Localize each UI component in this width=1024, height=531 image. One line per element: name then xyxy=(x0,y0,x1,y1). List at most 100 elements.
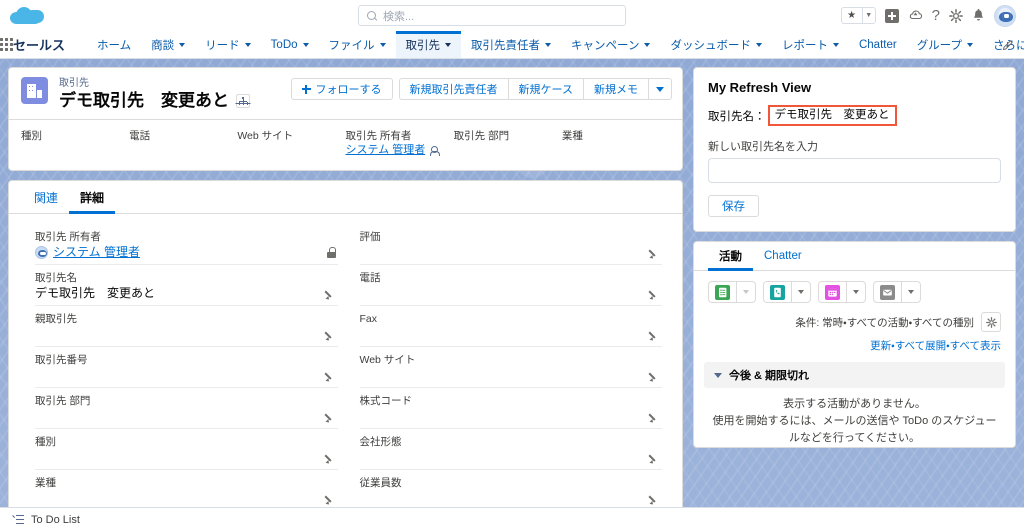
pencil-edit-icon[interactable] xyxy=(325,453,336,464)
chevron-down-icon[interactable] xyxy=(644,42,651,47)
search-input-placeholder[interactable]: 検索... xyxy=(383,8,414,24)
new-contact-button[interactable]: 新規取引先責任者 xyxy=(398,78,509,100)
pencil-edit-nav-icon[interactable] xyxy=(1002,31,1014,58)
pencil-edit-icon[interactable] xyxy=(649,371,660,382)
notifications-bell-icon[interactable] xyxy=(972,8,985,23)
new-task-dropdown[interactable] xyxy=(736,282,755,302)
nav-tab-campaigns[interactable]: キャンペーン xyxy=(561,31,660,58)
page-title: デモ取引先 変更あと xyxy=(59,91,229,110)
chevron-down-icon[interactable] xyxy=(244,42,251,47)
favorites-control[interactable]: ★ ▼ xyxy=(840,7,876,24)
phone-log-call-icon xyxy=(770,284,785,300)
chevron-down-icon[interactable] xyxy=(755,42,762,47)
tab-related[interactable]: 関連 xyxy=(23,181,69,213)
refresh-view-name-value: デモ取引先 変更あと xyxy=(767,105,897,126)
owner-link[interactable]: システム 管理者 xyxy=(345,143,425,158)
setup-gear-icon[interactable] xyxy=(949,8,963,23)
chevron-down-icon[interactable] xyxy=(445,42,452,47)
field-label: 評価 xyxy=(359,231,381,243)
pencil-edit-icon[interactable] xyxy=(649,330,660,341)
new-case-button[interactable]: 新規ケース xyxy=(508,78,584,100)
more-actions-button[interactable] xyxy=(649,78,672,100)
change-owner-icon[interactable] xyxy=(327,247,337,258)
chevron-down-icon[interactable] xyxy=(379,42,386,47)
field-label: 会社形態 xyxy=(359,436,402,448)
calendar-glyph xyxy=(828,288,837,297)
nav-tab-dashboards[interactable]: ダッシュボード xyxy=(660,31,772,58)
highlight-field-type: 種別 xyxy=(21,129,129,158)
new-task-button[interactable] xyxy=(709,282,736,302)
activity-tab-list: 活動 Chatter xyxy=(694,242,1015,271)
add-icon[interactable] xyxy=(884,8,899,23)
new-note-button[interactable]: 新規メモ xyxy=(584,78,649,100)
global-search-box[interactable]: 検索... xyxy=(358,5,626,26)
nav-tab-contacts[interactable]: 取引先責任者 xyxy=(461,31,561,58)
chevron-down-icon[interactable] xyxy=(967,42,973,47)
nav-tab-chatter[interactable]: Chatter xyxy=(849,31,907,58)
highlight-field-label: Web サイト xyxy=(237,130,294,142)
send-email-button[interactable] xyxy=(874,282,901,302)
chevron-down-icon[interactable] xyxy=(832,42,839,47)
tab-label: 詳細 xyxy=(80,190,105,205)
highlights-field-row: 種別 電話 Web サイト 取引先 所有者 システム 管理者 取引先 部門 業種 xyxy=(9,119,682,170)
new-event-button[interactable] xyxy=(819,282,846,302)
chevron-down-icon[interactable] xyxy=(179,42,186,47)
bell-glyph xyxy=(973,8,984,20)
pencil-edit-icon[interactable] xyxy=(325,371,336,382)
pencil-edit-icon[interactable] xyxy=(649,494,660,505)
save-button[interactable]: 保存 xyxy=(708,195,759,217)
account-owner-link[interactable]: システム 管理者 xyxy=(53,244,140,261)
chevron-down-icon[interactable] xyxy=(302,42,309,47)
cloud-apps-icon[interactable] xyxy=(908,9,923,22)
user-change-owner-icon[interactable] xyxy=(429,145,440,156)
nav-tab-files[interactable]: ファイル xyxy=(319,31,396,58)
activity-links-label[interactable]: 更新・すべて展開・すべて表示 xyxy=(870,340,1001,352)
tab-activity[interactable]: 活動 xyxy=(708,242,753,271)
pencil-edit-icon[interactable] xyxy=(325,412,336,423)
field-value: システム 管理者 xyxy=(35,244,338,261)
field-label: 業種 xyxy=(35,477,56,489)
nav-tab-opportunities[interactable]: 商談 xyxy=(141,31,195,58)
utility-item-todo-list[interactable]: To Do List xyxy=(31,514,80,526)
nav-tab-tasks[interactable]: ToDo xyxy=(261,31,319,58)
follow-button[interactable]: フォローする xyxy=(290,78,393,100)
account-hierarchy-icon[interactable] xyxy=(236,93,250,108)
filter-settings-gear-icon[interactable] xyxy=(981,312,1001,332)
help-icon[interactable]: ? xyxy=(932,7,940,24)
tab-details[interactable]: 詳細 xyxy=(69,181,116,214)
user-avatar[interactable] xyxy=(994,4,1016,27)
nav-tab-groups[interactable]: グループ xyxy=(907,31,983,58)
calendar-event-icon xyxy=(825,284,840,300)
log-a-call-button[interactable] xyxy=(764,282,791,302)
new-account-name-input[interactable] xyxy=(708,158,1001,183)
chevron-down-icon[interactable] xyxy=(545,42,552,47)
app-launcher-waffle-icon[interactable] xyxy=(0,31,13,58)
checklist-glyph xyxy=(719,287,727,297)
cloud-apps-glyph xyxy=(909,10,922,20)
nav-tab-home[interactable]: ホーム xyxy=(87,31,141,58)
nav-tab-label: ToDo xyxy=(270,38,298,51)
record-titles: 取引先 デモ取引先 変更あと xyxy=(59,77,250,111)
chevron-down-icon[interactable] xyxy=(714,372,722,378)
new-event-dropdown[interactable] xyxy=(846,282,865,302)
pencil-edit-icon[interactable] xyxy=(649,289,660,300)
tab-chatter[interactable]: Chatter xyxy=(753,242,813,270)
nav-tab-reports[interactable]: レポート xyxy=(772,31,849,58)
salesforce-cloud-logo[interactable] xyxy=(0,0,54,31)
nav-tab-leads[interactable]: リード xyxy=(195,31,261,58)
log-a-call-dropdown[interactable] xyxy=(791,282,810,302)
pencil-edit-icon[interactable] xyxy=(325,289,336,300)
tab-label: 活動 xyxy=(719,251,742,263)
pencil-edit-icon[interactable] xyxy=(649,453,660,464)
nav-tab-accounts[interactable]: 取引先 xyxy=(395,31,462,58)
pencil-edit-icon[interactable] xyxy=(649,412,660,423)
favorites-star-icon[interactable]: ★ xyxy=(842,8,862,23)
send-email-dropdown[interactable] xyxy=(901,282,920,302)
favorites-dropdown-icon[interactable]: ▼ xyxy=(861,8,875,23)
pencil-edit-icon[interactable] xyxy=(325,330,336,341)
field-value xyxy=(35,326,338,343)
pencil-edit-icon[interactable] xyxy=(649,248,660,259)
pencil-edit-icon[interactable] xyxy=(325,494,336,505)
activity-section-header[interactable]: 今後 & 期限切れ xyxy=(704,362,1005,388)
activity-links[interactable]: 更新・すべて展開・すべて表示 xyxy=(694,332,1015,353)
